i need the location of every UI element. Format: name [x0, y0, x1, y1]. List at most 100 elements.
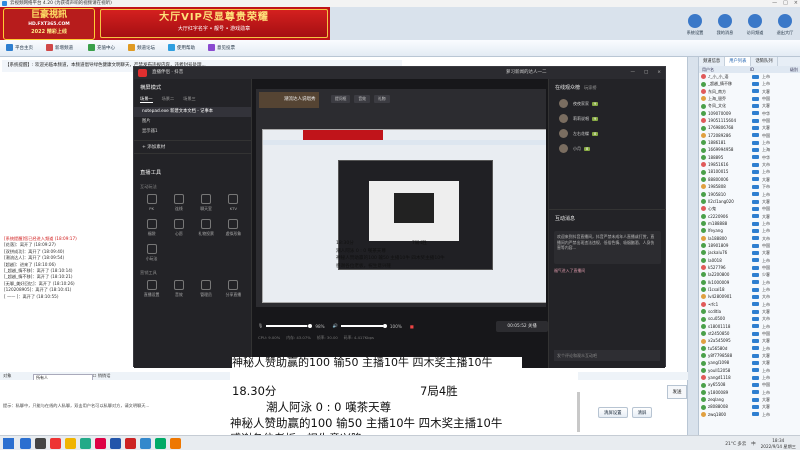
user-row[interactable]: st2450850 中国 [699, 330, 800, 337]
system-settings-button[interactable]: 系统设置 [680, 10, 710, 48]
tool-button[interactable]: 礼物投票 [193, 219, 220, 237]
clock[interactable]: 18:34 2022/9/14 星期三 [761, 438, 796, 449]
tool-button[interactable]: 直播设置 [138, 280, 165, 298]
user-row[interactable]: m188888 上市 [699, 220, 800, 227]
taskbar-app-icon[interactable] [155, 438, 166, 449]
taskbar-app-icon[interactable] [170, 438, 181, 449]
maximize-button[interactable]: □ [783, 0, 788, 7]
user-row[interactable]: y1800089 上市 [699, 389, 800, 396]
user-row[interactable]: youll12058 上市 [699, 367, 800, 374]
my-messages-button[interactable]: 我的消息 [710, 10, 740, 48]
tool-button[interactable]: 福袋 [138, 219, 165, 237]
mic-volume-slider[interactable] [266, 325, 309, 327]
user-row[interactable]: s18001118 上市 [699, 323, 800, 330]
scene-tab-3[interactable]: 场景三 [183, 96, 196, 103]
streamer-name[interactable]: 萝习新闻的达人一二 [506, 67, 547, 79]
tab-channel-info[interactable]: 频道信息 [699, 57, 726, 66]
visit-channel-button[interactable]: 访问频道 [740, 10, 770, 48]
source-item[interactable]: 图片 [134, 117, 251, 127]
caption-scrollbar[interactable] [577, 392, 580, 432]
toolbar-new-channel[interactable]: 新增频道 [46, 44, 73, 53]
user-row[interactable]: •rfc1 上市 [699, 301, 800, 308]
user-row[interactable]: la188800 大市 [699, 235, 800, 242]
user-row[interactable]: 1905810 上市 [699, 191, 800, 198]
taskbar-app-icon[interactable] [125, 438, 136, 449]
user-row[interactable]: 19051115604 中国 [699, 117, 800, 124]
add-source-button[interactable]: + 添加素材 [134, 140, 251, 154]
audience-item[interactable]: 莉莉说唱 9 [549, 111, 665, 126]
user-row[interactable]: 冬凤_文化 大客 [699, 102, 800, 109]
user-row[interactable]: yangd1118 上市 [699, 374, 800, 381]
user-row[interactable]: 1769806768 大客 [699, 124, 800, 131]
comment-input[interactable]: 发个评论和观众互动吧 [554, 350, 660, 361]
user-row[interactable]: yangl1098 大客 [699, 359, 800, 366]
preview-tab[interactable]: 礼物 [373, 95, 390, 103]
toolbar-vote[interactable]: 意见投票 [208, 44, 235, 53]
user-row[interactable]: 172089286 中国 [699, 132, 800, 139]
taskbar-app-icon[interactable] [95, 438, 106, 449]
audience-item[interactable]: 夜夜家家 9 [549, 96, 665, 111]
user-row[interactable]: 东风_南方 大客 [699, 88, 800, 95]
user-row[interactable]: scu0500 大市 [699, 315, 800, 322]
mic-icon[interactable]: 🎙 [258, 323, 263, 329]
end-live-button[interactable]: 00:05:52 关播 [496, 320, 548, 332]
user-row[interactable]: c2220906 大客 [699, 213, 800, 220]
source-item[interactable]: notepad.exe 新建文本文档 - 记事本 [134, 107, 251, 117]
user-row[interactable]: zeqlang 大客 [699, 396, 800, 403]
taskbar-app-icon[interactable] [50, 438, 61, 449]
tool-button[interactable]: KTV [220, 194, 247, 212]
record-icon[interactable]: ■ [410, 324, 414, 329]
weather[interactable]: 21°C 多云 [725, 441, 746, 447]
preview-tab[interactable]: 音效 [354, 95, 370, 103]
windows-start-icon[interactable] [3, 438, 14, 449]
user-row[interactable]: xy65508 中国 [699, 381, 800, 388]
user-row[interactable]: 上海_银乔 中国 [699, 95, 800, 102]
speaker-volume-slider[interactable] [340, 325, 383, 327]
user-row[interactable]: scdltla 大客 [699, 308, 800, 315]
scene-tab-2[interactable]: 场景二 [162, 96, 175, 103]
user-row[interactable]: 109070009 中华 [699, 110, 800, 117]
minimize-button[interactable]: — [772, 0, 777, 7]
user-row[interactable]: jackalu76 大客 [699, 249, 800, 256]
tool-button[interactable]: PK [138, 194, 165, 212]
taskbar-app-icon[interactable] [140, 438, 151, 449]
audience-title[interactable]: 在线观众榜 玩家榜 [549, 79, 665, 96]
user-row[interactable]: 88800006 大客 [699, 176, 800, 183]
toolbar-recharge[interactable]: 充值中心 [88, 44, 115, 53]
user-row[interactable]: 1886181 上市 [699, 139, 800, 146]
user-row[interactable]: lv42800901 大市 [699, 293, 800, 300]
audience-item[interactable]: 左右花蝶 8 [549, 126, 665, 141]
toolbar-home[interactable]: 平台主页 [6, 44, 33, 53]
user-row[interactable]: ♪_小_小_语 上市 [699, 73, 800, 80]
user-row[interactable]: zwq1800 上市 [699, 411, 800, 418]
user-row[interactable]: 188895 中华 [699, 154, 800, 161]
user-row[interactable]: lk1000009 上市 [699, 279, 800, 286]
scene-mode[interactable]: 横屏模式 [134, 79, 251, 95]
send-button[interactable]: 发送 [667, 385, 687, 399]
taskbar-app-icon[interactable] [65, 438, 76, 449]
toolbar-forum[interactable]: 频道论坛 [128, 44, 155, 53]
site-logo[interactable]: 巨豪視訊 HD.FXT365.COM 2022 精彩上线 [3, 8, 95, 40]
tool-button[interactable]: 管理员 [193, 280, 220, 298]
companion-close-button[interactable]: × [657, 67, 661, 79]
ime-indicator[interactable]: 中 [751, 441, 755, 447]
tab-user-list[interactable]: 用户列表 [725, 57, 752, 66]
taskbar-app-icon[interactable] [80, 438, 91, 449]
preview-tab[interactable]: 提问框 [331, 95, 351, 103]
tool-button[interactable]: 小玩法 [138, 244, 165, 262]
scene-tab-1[interactable]: 场景一 [140, 96, 153, 103]
audience-item[interactable]: 小月 8 [549, 141, 665, 156]
tab-mic-queue[interactable]: 话筒队列 [751, 57, 778, 66]
user-row[interactable]: y8f7798588 大客 [699, 352, 800, 359]
user-row[interactable]: l1csal18 上市 [699, 286, 800, 293]
private-checkbox[interactable]: ☐ 悄悄话 [93, 373, 111, 378]
exit-hall-button[interactable]: 退出大厅 [770, 10, 800, 48]
clear-button[interactable]: 清屏 [631, 407, 653, 418]
vip-banner[interactable]: 大厅VIP尽显尊贵荣耀 大厅红字名字 • 靓号 • 游戏勋章 [100, 9, 328, 38]
close-button[interactable]: × [794, 0, 798, 7]
user-row[interactable]: lfeyang 上市 [699, 227, 800, 234]
companion-maximize-button[interactable]: □ [644, 67, 648, 79]
user-row[interactable]: ll2cl1ang020 大客 [699, 198, 800, 205]
tool-button[interactable]: 虚拟形象 [220, 219, 247, 237]
tool-button[interactable]: 聊天室 [193, 194, 220, 212]
